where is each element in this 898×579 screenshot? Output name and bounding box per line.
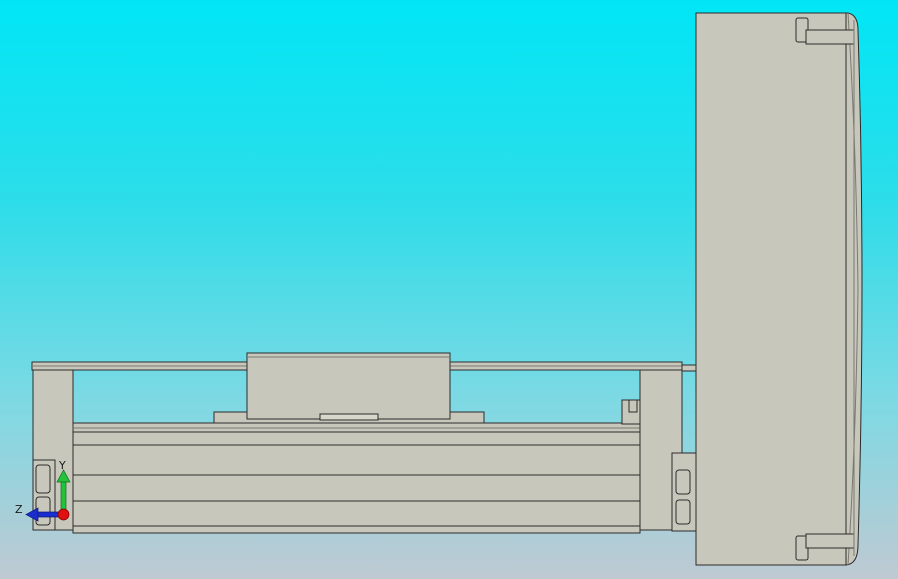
y-axis-label: Y [59,459,66,472]
linear-actuator-model[interactable] [0,0,898,579]
cad-viewport[interactable]: Y Z [0,0,898,579]
z-axis-label: Z [15,503,23,516]
main-body [72,422,641,534]
y-axis-arrow [56,469,71,513]
motor-housing [695,12,863,566]
carriage [213,352,485,424]
origin-dot [57,508,70,521]
